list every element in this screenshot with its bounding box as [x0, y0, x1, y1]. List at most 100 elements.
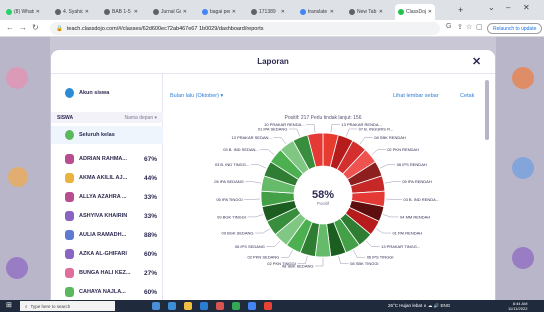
sort-dropdown[interactable]: Nama depan ▾ [124, 115, 157, 121]
slice-leader-line [280, 250, 293, 258]
slice-leader-line [244, 198, 261, 200]
browser-tab[interactable]: BAB 1-5 (✕ [101, 4, 141, 20]
tab-close-icon[interactable]: ✕ [379, 9, 383, 15]
close-window-button[interactable]: ✕ [523, 3, 530, 12]
tab-close-icon[interactable]: ✕ [36, 9, 40, 15]
browser-tab[interactable]: New Tab ✕ [346, 4, 386, 20]
student-row[interactable]: AZKA AL-GHIFARI 60% [51, 245, 163, 263]
system-tray[interactable]: 26°C Hujan lebat ∧ ☁ 🔊 ENG [388, 303, 450, 309]
minimize-icon[interactable]: ⌄ [488, 3, 495, 12]
url-text: teach.classdojo.com/#/classes/62d600ec72… [66, 25, 264, 32]
windows-start-icon[interactable]: ⊞ [6, 302, 14, 310]
slice-label: 05 IPA RENDAH [402, 179, 432, 184]
student-account-row[interactable]: Akun siswa [51, 84, 163, 102]
slice-label: 03 B. IND SEDAN... [223, 147, 259, 152]
new-tab-button[interactable]: + [458, 5, 463, 15]
app-icon[interactable] [264, 302, 272, 310]
browser-tab[interactable]: 4. Syahid ✕ [52, 4, 92, 20]
app-icon[interactable] [248, 302, 256, 310]
slice-leader-line [288, 128, 300, 137]
tab-favicon-icon [398, 9, 404, 15]
reload-icon[interactable]: ↻ [32, 23, 39, 32]
back-arrow-icon[interactable]: ← [6, 23, 14, 32]
browser-tab[interactable]: Jurnal Gu ✕ [150, 4, 190, 20]
clock[interactable]: 8:44 AM 11/11/2022 [508, 301, 527, 311]
browser-tab[interactable]: bagai peu ✕ [199, 4, 239, 20]
tab-close-icon[interactable]: ✕ [134, 9, 138, 15]
student-name: BUNGA HALI KEZ... [79, 270, 131, 276]
browser-tab[interactable]: (8) Whats ✕ [3, 4, 43, 20]
close-icon[interactable]: ✕ [472, 55, 481, 68]
student-percentage: 67% [144, 155, 158, 163]
slice-leader-line [315, 258, 324, 267]
star-icon[interactable]: ☆ [466, 23, 472, 31]
slice-leader-line [379, 164, 396, 169]
tab-close-icon[interactable]: ✕ [85, 9, 89, 15]
student-avatar-icon [65, 268, 74, 278]
taskbar-search[interactable]: ⌕ Type here to search [20, 301, 115, 311]
background-left-panel [0, 37, 50, 300]
student-row[interactable]: ALLYA AZAHRA ... 33% [51, 188, 163, 206]
student-list-panel: Akun siswa SISWA Nama depan ▾ Seluruh ke… [51, 74, 163, 300]
donut-center-label: Positif [317, 201, 330, 206]
task-view-icon[interactable] [152, 302, 160, 310]
tab-label: translate [308, 9, 328, 15]
slice-label: 05 IPA SEDANG [214, 179, 244, 184]
google-icon[interactable]: G [446, 23, 451, 30]
tab-close-icon[interactable]: ✕ [232, 9, 236, 15]
file-explorer-icon[interactable] [184, 302, 192, 310]
student-avatar-icon [65, 287, 74, 297]
slice-label: 09 BGK SEDANG [222, 230, 254, 235]
student-row[interactable]: AKMA AKILIL AJ... 44% [51, 169, 163, 187]
slice-label: 06 IPS SEDANG [235, 244, 265, 249]
tab-label: New Tab [357, 9, 377, 15]
donut-center-value: 58% [312, 189, 334, 201]
slice-leader-line [384, 181, 401, 184]
url-bar[interactable]: 🔒 teach.classdojo.com/#/classes/62d600ec… [50, 22, 440, 35]
student-row[interactable]: BUNGA HALI KEZ... 27% [51, 264, 163, 282]
windows-taskbar: ⊞ ⌕ Type here to search 26°C Hujan lebat… [0, 300, 544, 312]
whole-class-row[interactable]: Seluruh kelas [51, 126, 163, 144]
slice-leader-line [260, 149, 275, 155]
student-row[interactable]: AULIA RAMADH... 88% [51, 226, 163, 244]
student-row[interactable]: CAHAYA NAJLA... 60% [51, 283, 163, 300]
slice-leader-line [359, 137, 373, 145]
relaunch-button[interactable]: Relaunch to update [487, 23, 543, 34]
student-name: AZKA AL-GHIFARI [79, 251, 127, 257]
minimize-button[interactable]: – [506, 3, 510, 12]
slice-leader-line [353, 250, 366, 258]
tab-close-icon[interactable]: ✕ [330, 9, 334, 15]
slice-label: 13 PRAKAR SEDAN... [232, 135, 272, 140]
mail-icon[interactable] [216, 302, 224, 310]
share-icon[interactable]: ⇪ [457, 23, 463, 31]
tab-close-icon[interactable]: ✕ [183, 9, 187, 15]
tab-favicon-icon [202, 9, 208, 15]
student-row[interactable]: ASHYIVA KHAIRIN 33% [51, 207, 163, 225]
slice-label: 07 B. INGGRIS R... [359, 126, 394, 131]
forward-arrow-icon[interactable]: → [19, 23, 27, 32]
chrome-icon[interactable] [232, 302, 240, 310]
slice-leader-line [247, 214, 264, 218]
store-icon[interactable] [200, 302, 208, 310]
scrollbar[interactable] [485, 80, 489, 140]
tab-close-icon[interactable]: ✕ [281, 9, 285, 15]
browser-tab[interactable]: ClassDoj ✕ [395, 4, 435, 20]
student-row[interactable]: ADRIAN RAHMA... 67% [51, 150, 163, 168]
browser-tab[interactable]: 171389 ✕ [248, 4, 288, 20]
student-name: ASHYIVA KHAIRIN [79, 213, 128, 219]
student-percentage: 88% [144, 231, 158, 239]
sidebar-icon[interactable]: ▢ [476, 23, 483, 31]
student-percentage: 60% [144, 250, 158, 258]
student-avatar-icon [65, 249, 74, 259]
slice-label: 10 PRAKAR RENDA... [264, 122, 304, 127]
class-group-icon [65, 130, 74, 140]
slice-label: 04 MM RENDAH [400, 214, 430, 219]
tab-close-icon[interactable]: ✕ [428, 9, 432, 15]
edge-icon[interactable] [168, 302, 176, 310]
tab-label: 171389 [259, 9, 276, 15]
browser-tab[interactable]: translate ✕ [297, 4, 337, 20]
slice-leader-line [346, 128, 358, 137]
slice-leader-line [382, 214, 399, 218]
student-avatar-icon [65, 230, 74, 240]
slice-leader-line [330, 124, 340, 133]
